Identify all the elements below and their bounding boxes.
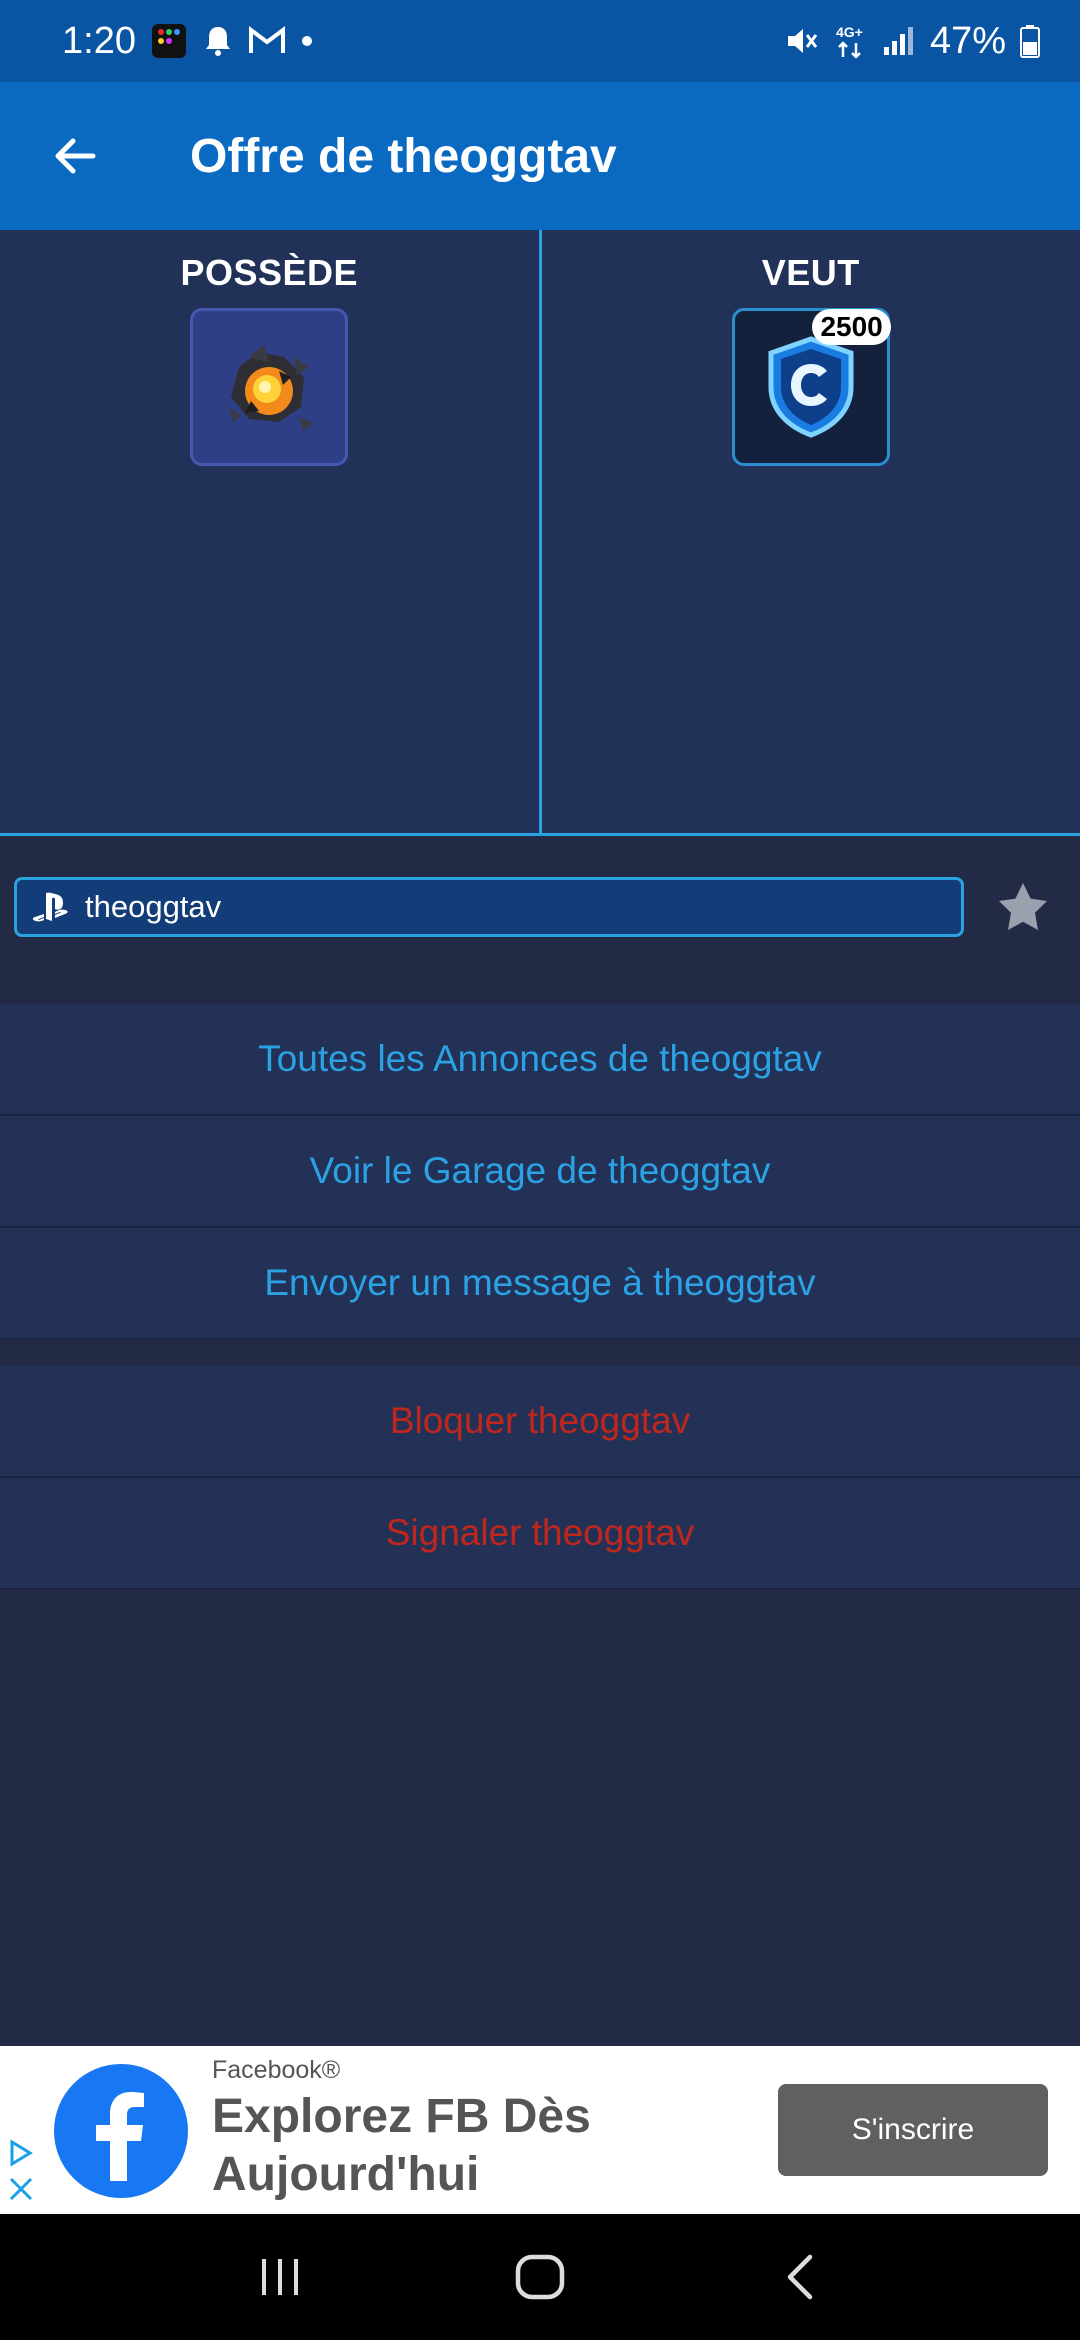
user-actions: Toutes les Annonces de theoggtav Voir le…	[0, 1004, 1080, 1340]
username: theoggtav	[85, 889, 222, 924]
status-bar: 1:20 4G+ 47%	[0, 0, 1080, 82]
recent-apps-icon	[262, 2259, 298, 2295]
back-button[interactable]	[0, 82, 150, 230]
quantity-badge: 2500	[812, 309, 891, 345]
credits-icon	[768, 336, 854, 438]
block-user-button[interactable]: Bloquer theoggtav	[0, 1366, 1080, 1478]
bell-icon	[202, 24, 234, 58]
wants-item-tile[interactable]: 2500	[731, 308, 891, 466]
facebook-logo-icon	[54, 2064, 188, 2198]
explosion-icon	[229, 345, 314, 431]
status-time: 1:20	[62, 19, 136, 62]
user-profile-field[interactable]: theoggtav	[14, 877, 964, 937]
report-user-button[interactable]: Signaler theoggtav	[0, 1478, 1080, 1590]
ad-banner[interactable]: Facebook® Explorez FB Dès Aujourd'hui S'…	[0, 2046, 1080, 2214]
back-nav-button[interactable]	[755, 2232, 845, 2322]
recent-apps-button[interactable]	[235, 2232, 325, 2322]
all-listings-button[interactable]: Toutes les Annonces de theoggtav	[0, 1004, 1080, 1116]
signal-icon	[882, 25, 916, 57]
moderation-actions: Bloquer theoggtav Signaler theoggtav	[0, 1366, 1080, 1590]
network-type-icon: 4G+	[834, 23, 868, 59]
chevron-left-icon	[787, 2254, 813, 2300]
gmail-icon	[248, 26, 286, 56]
home-icon	[515, 2254, 565, 2300]
page-title: Offre de theoggtav	[190, 129, 617, 183]
has-column: POSSÈDE	[0, 230, 539, 833]
star-icon	[999, 883, 1047, 930]
favorite-button[interactable]	[988, 872, 1058, 942]
dot-icon	[300, 34, 314, 48]
ad-close-icon[interactable]	[6, 2174, 36, 2209]
ad-headline: Explorez FB Dès Aujourd'hui	[212, 2090, 591, 2201]
wants-title: VEUT	[761, 252, 860, 293]
has-title: POSSÈDE	[180, 252, 359, 293]
ad-signup-button[interactable]: S'inscrire	[778, 2084, 1048, 2176]
playstation-icon	[32, 892, 68, 922]
wants-column: VEUT 2500	[538, 230, 1080, 833]
app-bar: Offre de theoggtav	[0, 82, 1080, 230]
has-item-tile[interactable]	[190, 308, 349, 466]
home-button[interactable]	[495, 2232, 585, 2322]
battery-icon	[1020, 24, 1040, 58]
mute-icon	[784, 23, 820, 59]
app-notification-icon	[150, 22, 188, 60]
ad-brand: Facebook®	[212, 2056, 341, 2084]
arrow-left-icon	[55, 138, 96, 174]
view-garage-button[interactable]: Voir le Garage de theoggtav	[0, 1116, 1080, 1228]
adchoices-icon[interactable]	[6, 2138, 36, 2173]
user-row: theoggtav	[0, 836, 1080, 978]
system-nav-bar	[0, 2214, 1080, 2340]
battery-percent: 47%	[929, 19, 1006, 62]
svg-text:4G+: 4G+	[836, 24, 863, 40]
send-message-button[interactable]: Envoyer un message à theoggtav	[0, 1228, 1080, 1340]
trade-panel: POSSÈDE VEUT 2500	[0, 230, 1080, 836]
